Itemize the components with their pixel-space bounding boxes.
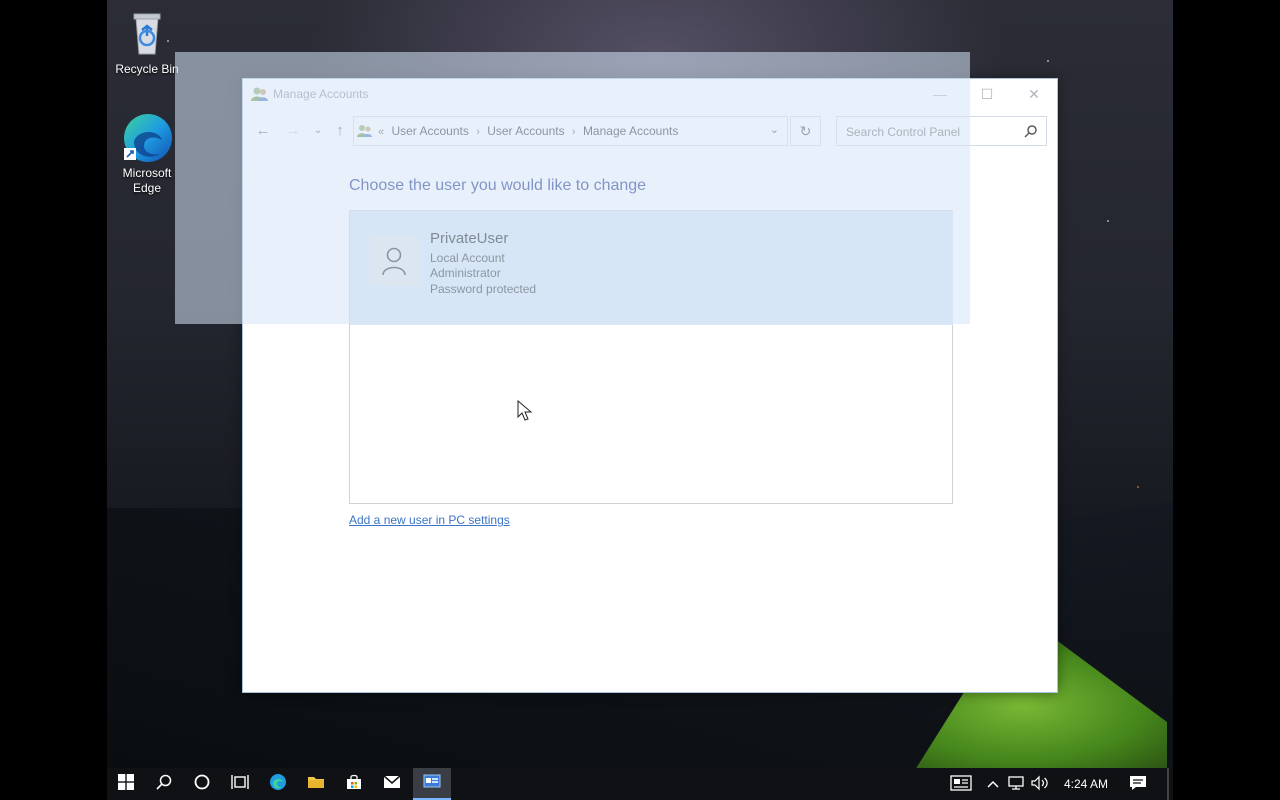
mouse-cursor-icon xyxy=(517,399,533,427)
mail-icon xyxy=(383,774,401,794)
arrow-up-icon: ↑ xyxy=(336,122,344,139)
breadcrumb-overflow[interactable]: « xyxy=(378,126,384,138)
screen: Recycle Bin Microsoft Edge Manage Accoun… xyxy=(0,0,1280,800)
wallpaper-star xyxy=(1137,486,1139,488)
chevron-right-icon[interactable]: › xyxy=(476,126,480,138)
recent-locations-button[interactable]: ⌄ xyxy=(308,121,328,141)
clock[interactable]: 4:24 AM xyxy=(1057,768,1115,800)
back-button[interactable]: ← xyxy=(253,121,273,141)
folder-icon xyxy=(307,774,325,795)
address-bar[interactable]: « User Accounts › User Accounts › Manage… xyxy=(353,116,788,146)
desktop-icon-recycle-bin[interactable]: Recycle Bin xyxy=(107,8,187,77)
breadcrumb-manage-accounts[interactable]: Manage Accounts xyxy=(583,124,678,138)
forward-button[interactable]: → xyxy=(283,121,303,141)
refresh-icon: ↻ xyxy=(799,123,812,139)
user-password-status: Password protected xyxy=(430,282,537,296)
wallpaper-star xyxy=(1107,220,1109,222)
cortana-icon xyxy=(194,774,210,795)
manage-accounts-window[interactable]: Manage Accounts — ☐ ✕ ← → ⌄ ↑ « User Acc… xyxy=(242,78,1058,693)
minimize-button[interactable]: — xyxy=(917,79,963,109)
refresh-button[interactable]: ↻ xyxy=(790,116,821,146)
arrow-right-icon: → xyxy=(285,122,301,139)
notification-icon xyxy=(1129,775,1147,794)
arrow-left-icon: ← xyxy=(255,122,271,139)
user-name: PrivateUser xyxy=(430,230,509,247)
network-icon xyxy=(1007,775,1025,794)
user-account-type: Local Account xyxy=(430,251,505,265)
user-list-panel: PrivateUser Local Account Administrator … xyxy=(349,210,953,504)
chevron-up-icon xyxy=(987,777,999,791)
chevron-down-icon: ⌄ xyxy=(313,125,323,136)
up-button[interactable]: ↑ xyxy=(330,121,350,141)
desktop-icon-label: Recycle Bin xyxy=(115,62,179,76)
navigation-bar: ← → ⌄ ↑ « User Accounts › User Accounts … xyxy=(243,115,1059,147)
news-widget-button[interactable] xyxy=(947,768,975,800)
volume-icon xyxy=(1030,775,1050,794)
store-icon xyxy=(346,774,362,795)
maximize-icon: ☐ xyxy=(980,85,994,102)
volume-button[interactable] xyxy=(1029,768,1051,800)
mail-button[interactable] xyxy=(373,768,411,800)
user-accounts-icon xyxy=(251,86,269,107)
breadcrumb: « User Accounts › User Accounts › Manage… xyxy=(378,124,682,138)
action-center-button[interactable] xyxy=(1125,768,1151,800)
taskbar-edge-button[interactable] xyxy=(259,768,297,800)
file-explorer-button[interactable] xyxy=(297,768,335,800)
windows-start-icon xyxy=(118,773,134,795)
show-hidden-icons-button[interactable] xyxy=(983,768,1003,800)
control-panel-icon xyxy=(357,123,373,144)
breadcrumb-user-accounts-sub[interactable]: User Accounts xyxy=(487,124,564,138)
minimize-icon: — xyxy=(933,86,947,102)
task-view-icon xyxy=(231,774,249,795)
title-bar[interactable]: Manage Accounts — ☐ ✕ xyxy=(243,79,1057,109)
show-desktop-button[interactable] xyxy=(1167,768,1169,800)
start-button[interactable] xyxy=(107,768,145,800)
search-box[interactable]: Search Control Panel xyxy=(836,116,1047,146)
edge-icon xyxy=(122,112,172,162)
address-dropdown-icon[interactable]: ⌄ xyxy=(770,123,779,136)
search-placeholder: Search Control Panel xyxy=(846,125,961,139)
news-icon xyxy=(950,774,972,794)
breadcrumb-user-accounts[interactable]: User Accounts xyxy=(391,124,468,138)
window-title: Manage Accounts xyxy=(273,87,369,101)
search-icon xyxy=(156,774,172,795)
close-icon: ✕ xyxy=(1028,85,1040,102)
page-heading: Choose the user you would like to change xyxy=(349,177,647,194)
desktop-icon-label: Microsoft Edge xyxy=(122,166,172,195)
taskbar-search-button[interactable] xyxy=(145,768,183,800)
user-avatar-icon xyxy=(369,236,419,286)
network-button[interactable] xyxy=(1005,768,1027,800)
close-button[interactable]: ✕ xyxy=(1011,79,1057,109)
chevron-right-icon[interactable]: › xyxy=(572,126,576,138)
store-button[interactable] xyxy=(335,768,373,800)
task-view-button[interactable] xyxy=(221,768,259,800)
search-icon[interactable] xyxy=(1024,124,1038,143)
user-role: Administrator xyxy=(430,266,501,280)
edge-icon xyxy=(269,773,287,796)
desktop-icon-edge[interactable]: Microsoft Edge xyxy=(107,112,187,196)
wallpaper-star xyxy=(1047,60,1049,62)
recycle-bin-icon xyxy=(122,8,172,58)
clock-time: 4:24 AM xyxy=(1063,777,1109,791)
user-card-privateuser[interactable]: PrivateUser Local Account Administrator … xyxy=(350,211,953,325)
control-panel-taskbar-button[interactable] xyxy=(413,768,451,800)
add-new-user-link[interactable]: Add a new user in PC settings xyxy=(349,513,510,527)
control-panel-icon xyxy=(423,773,441,794)
cortana-button[interactable] xyxy=(183,768,221,800)
maximize-button[interactable]: ☐ xyxy=(964,79,1010,109)
content-area: Choose the user you would like to change… xyxy=(243,149,1059,694)
taskbar: 4:24 AM xyxy=(107,768,1173,800)
